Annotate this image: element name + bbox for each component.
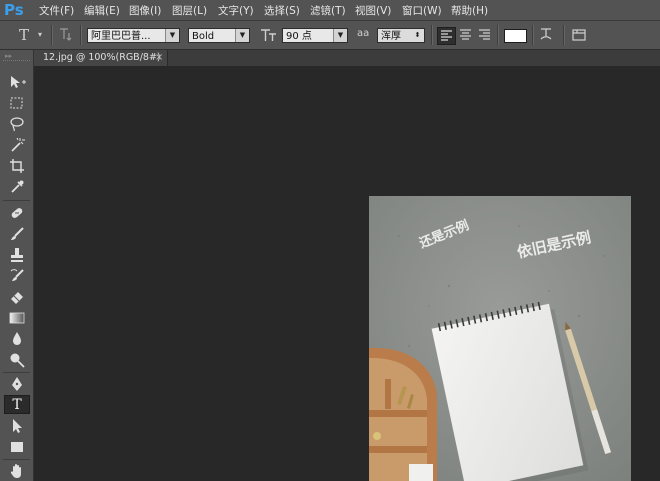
chevron-down-icon[interactable]: ▾: [38, 30, 42, 39]
character-panel-icon[interactable]: [571, 27, 587, 46]
font-size-select[interactable]: 90 点 ▼: [282, 28, 348, 43]
divider: [532, 25, 534, 45]
align-right-icon[interactable]: [476, 27, 493, 46]
font-style-select[interactable]: Bold ▼: [188, 28, 250, 43]
rectangle-tool-icon[interactable]: [4, 437, 30, 456]
brush-tool-icon[interactable]: [4, 224, 30, 243]
divider: [497, 25, 499, 45]
divider: [3, 372, 30, 373]
chevron-down-icon: ▼: [235, 29, 249, 42]
font-family-value: 阿里巴巴普...: [91, 31, 151, 42]
gradient-tool-icon[interactable]: [4, 308, 30, 327]
marquee-tool-icon[interactable]: [4, 93, 30, 112]
font-family-select[interactable]: 阿里巴巴普... ▼: [87, 28, 180, 43]
text-orientation-icon[interactable]: [58, 26, 74, 45]
menu-view[interactable]: 视图(V): [355, 3, 391, 18]
menu-edit[interactable]: 编辑(E): [84, 3, 120, 18]
chevron-down-icon: ▼: [333, 29, 347, 42]
divider: [563, 25, 565, 45]
divider: [431, 25, 433, 45]
menu-type[interactable]: 文字(Y): [218, 3, 254, 18]
divider: [80, 25, 82, 45]
collapse-panel-icon[interactable]: ▸▸: [5, 52, 12, 60]
antialias-value: 浑厚: [381, 31, 401, 42]
pen-tool-icon[interactable]: [4, 374, 30, 393]
menu-filter[interactable]: 滤镜(T): [310, 3, 346, 18]
history-brush-tool-icon[interactable]: [4, 266, 30, 285]
divider: [3, 200, 30, 201]
align-left-icon[interactable]: [437, 27, 456, 45]
move-tool-icon[interactable]: [4, 72, 30, 91]
magic-wand-tool-icon[interactable]: [4, 135, 30, 154]
type-tool-preset-icon[interactable]: T: [19, 26, 29, 44]
antialias-icon: aa: [357, 28, 370, 39]
document-tab-bar: 12.jpg @ 100%(RGB/8#) ×: [34, 50, 660, 66]
lasso-tool-icon[interactable]: [4, 114, 30, 133]
close-icon[interactable]: ×: [155, 50, 163, 66]
antialias-select[interactable]: 浑厚 ⬍: [377, 28, 425, 43]
path-selection-tool-icon[interactable]: [4, 416, 30, 435]
crop-tool-icon[interactable]: [4, 156, 30, 175]
eraser-tool-icon[interactable]: [4, 287, 30, 306]
panel-grip: [3, 60, 30, 63]
menu-select[interactable]: 选择(S): [264, 3, 300, 18]
tools-panel: ▸▸ T: [0, 50, 34, 481]
hand-tool-icon[interactable]: [4, 461, 30, 480]
document-tab[interactable]: 12.jpg @ 100%(RGB/8#) ×: [34, 50, 168, 66]
font-size-icon: [260, 26, 278, 46]
menu-help[interactable]: 帮助(H): [451, 3, 488, 18]
divider: [3, 459, 30, 460]
align-center-icon[interactable]: [457, 27, 474, 46]
warp-text-icon[interactable]: [538, 26, 554, 46]
font-size-value: 90 点: [286, 31, 312, 42]
options-bar: T ▾ 阿里巴巴普... ▼ Bold ▼ 90 点 ▼ aa 浑厚 ⬍: [0, 21, 660, 50]
font-style-value: Bold: [192, 31, 215, 42]
blur-tool-icon[interactable]: [4, 329, 30, 348]
dodge-tool-icon[interactable]: [4, 350, 30, 369]
menu-bar: Ps 文件(F) 编辑(E) 图像(I) 图层(L) 文字(Y) 选择(S) 滤…: [0, 0, 660, 21]
document-tab-title: 12.jpg @ 100%(RGB/8#): [43, 52, 161, 63]
photoshop-logo: Ps: [4, 1, 24, 19]
text-color-swatch[interactable]: [504, 29, 527, 43]
menu-file[interactable]: 文件(F): [39, 3, 74, 18]
chevron-down-icon: ▼: [165, 29, 179, 42]
chevron-updown-icon: ⬍: [411, 29, 424, 42]
type-tool-icon[interactable]: T: [4, 395, 30, 414]
healing-brush-tool-icon[interactable]: [4, 203, 30, 222]
photo-image: [369, 196, 631, 481]
document-canvas[interactable]: 还是示例 依旧是示例: [369, 196, 631, 481]
menu-layer[interactable]: 图层(L): [172, 3, 207, 18]
menu-image[interactable]: 图像(I): [129, 3, 161, 18]
menu-window[interactable]: 窗口(W): [402, 3, 442, 18]
stamp-tool-icon[interactable]: [4, 245, 30, 264]
eyedropper-tool-icon[interactable]: [4, 177, 30, 196]
divider: [51, 25, 53, 45]
